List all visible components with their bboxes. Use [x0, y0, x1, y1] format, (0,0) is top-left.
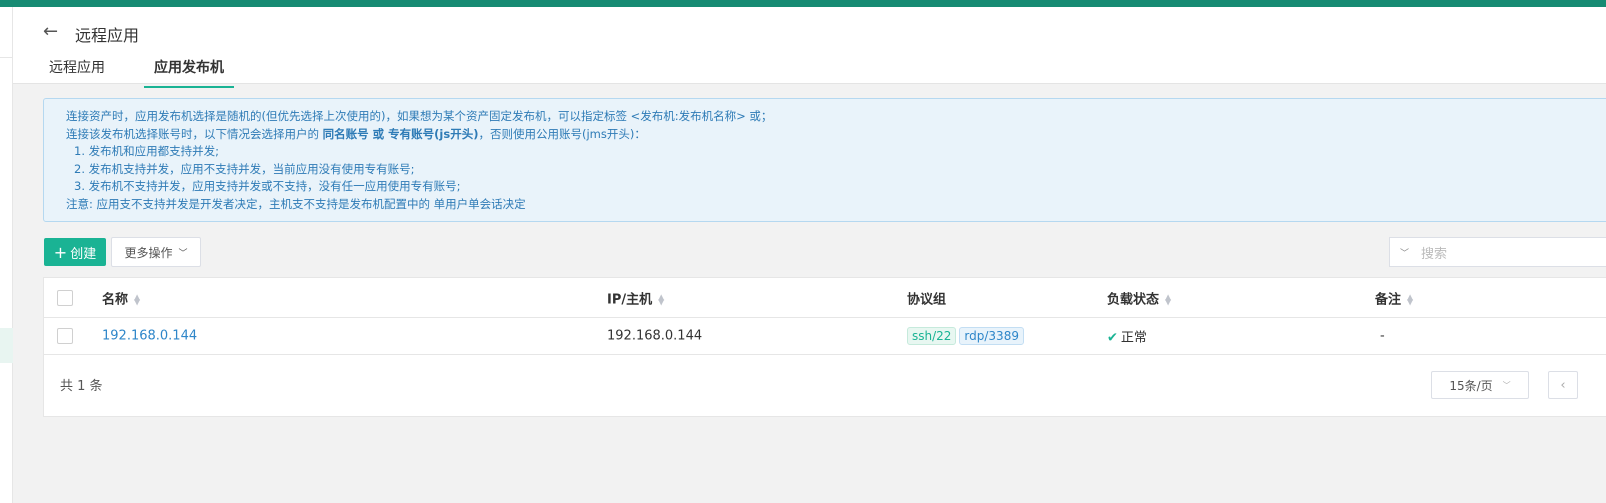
sort-icon[interactable]: ▲ ▼ [1165, 293, 1171, 306]
column-header-protocols: 协议组 [907, 292, 947, 307]
protocol-tag: rdp/3389 [959, 327, 1024, 345]
info-item: 1. 发布机和应用都支持并发; [74, 144, 220, 158]
prev-page-button[interactable]: ‹ [1548, 371, 1578, 399]
divider [0, 57, 13, 58]
create-button[interactable]: + 创建 [44, 238, 106, 266]
plus-icon: + [53, 242, 68, 262]
protocol-tag: ssh/22 [907, 327, 957, 345]
info-item: 2. 发布机支持并发，应用不支持并发，当前应用没有使用专有账号; [74, 161, 415, 176]
comment-cell: - [1380, 328, 1385, 344]
publisher-name-link[interactable]: 192.168.0.144 [102, 329, 197, 344]
info-note: 注意: 应用支不支持并发是开发者决定，主机支不支持是发布机配置中的 单用户单会话… [66, 196, 526, 211]
column-label: 备注 [1375, 292, 1402, 307]
sidebar-selected-item[interactable] [0, 328, 13, 363]
check-icon: ✔ [1107, 330, 1118, 346]
search-input[interactable]: ﹀ 搜索 [1389, 237, 1606, 267]
page-header: ← 远程应用 远程应用 应用发布机 [13, 7, 1606, 88]
more-actions-button[interactable]: 更多操作 ﹀ [111, 237, 201, 267]
more-actions-label: 更多操作 [124, 245, 173, 260]
sidebar [0, 7, 13, 503]
page-size-select[interactable]: 15条/页 ﹀ [1431, 371, 1529, 399]
column-label: 负载状态 [1107, 292, 1160, 307]
tab-remote-apps[interactable]: 远程应用 [49, 57, 105, 86]
status-cell: ✔ 正常 [1107, 327, 1147, 346]
search-placeholder: 搜索 [1421, 246, 1448, 262]
page-size-label: 15条/页 [1449, 378, 1493, 393]
column-header-status[interactable]: 负载状态 ▲ ▼ [1107, 288, 1171, 307]
row-checkbox[interactable] [57, 328, 73, 344]
column-label: 名称 [102, 292, 129, 307]
select-all-checkbox[interactable] [57, 289, 73, 306]
info-line: 连接该发布机选择账号时，以下情况会选择用户的 同名账号 或 专有账号(js开头)… [66, 126, 1606, 144]
sort-icon[interactable]: ▲ ▼ [134, 293, 140, 306]
protocols-cell: ssh/22 rdp/3389 [907, 327, 1027, 345]
status-text: 正常 [1120, 330, 1147, 346]
column-header-ip[interactable]: IP/主机 ▲ ▼ [607, 288, 664, 307]
column-label: IP/主机 [607, 292, 653, 307]
sort-icon[interactable]: ▲ ▼ [1407, 293, 1413, 306]
tab-app-publishers[interactable]: 应用发布机 [144, 57, 234, 88]
info-item: 3. 发布机不支持并发，应用支持并发或不支持，没有任一应用使用专有账号; [74, 179, 461, 193]
table-header: 名称 ▲ ▼ IP/主机 ▲ ▼ 协议组 负载状态 ▲ ▼ 备注 ▲ ▼ [44, 278, 1606, 318]
sort-icon[interactable]: ▲ ▼ [658, 293, 664, 306]
top-bar [0, 0, 1606, 7]
column-header-name[interactable]: 名称 ▲ ▼ [102, 288, 140, 307]
chevron-down-icon: ﹀ [1502, 380, 1511, 390]
page-title: 远程应用 [75, 26, 140, 45]
column-header-comment[interactable]: 备注 ▲ ▼ [1375, 288, 1413, 307]
chevron-left-icon: ‹ [1560, 377, 1566, 393]
back-arrow-icon[interactable]: ← [43, 21, 58, 42]
table-row: 192.168.0.144 192.168.0.144 ssh/22 rdp/33… [44, 318, 1606, 355]
chevron-down-icon: ﹀ [1400, 248, 1410, 259]
create-label: 创建 [70, 246, 97, 262]
chevron-down-icon: ﹀ [178, 248, 188, 259]
ip-cell: 192.168.0.144 [607, 328, 703, 344]
info-text: ，否则使用公用账号(jms开头)： [478, 126, 646, 141]
info-bold: 同名账号 或 专有账号(js开头) [322, 126, 479, 141]
info-alert: 连接资产时，应用发布机选择是随机的(但优先选择上次使用的)，如果想为某个资产固定… [43, 98, 1606, 222]
publishers-table: 名称 ▲ ▼ IP/主机 ▲ ▼ 协议组 负载状态 ▲ ▼ 备注 ▲ ▼ 192.168.0.1… [43, 277, 1606, 417]
info-line: 连接资产时，应用发布机选择是随机的(但优先选择上次使用的)，如果想为某个资产固定… [66, 109, 773, 123]
info-text: 连接该发布机选择账号时，以下情况会选择用户的 [66, 126, 323, 141]
total-count: 共 1 条 [60, 379, 103, 394]
